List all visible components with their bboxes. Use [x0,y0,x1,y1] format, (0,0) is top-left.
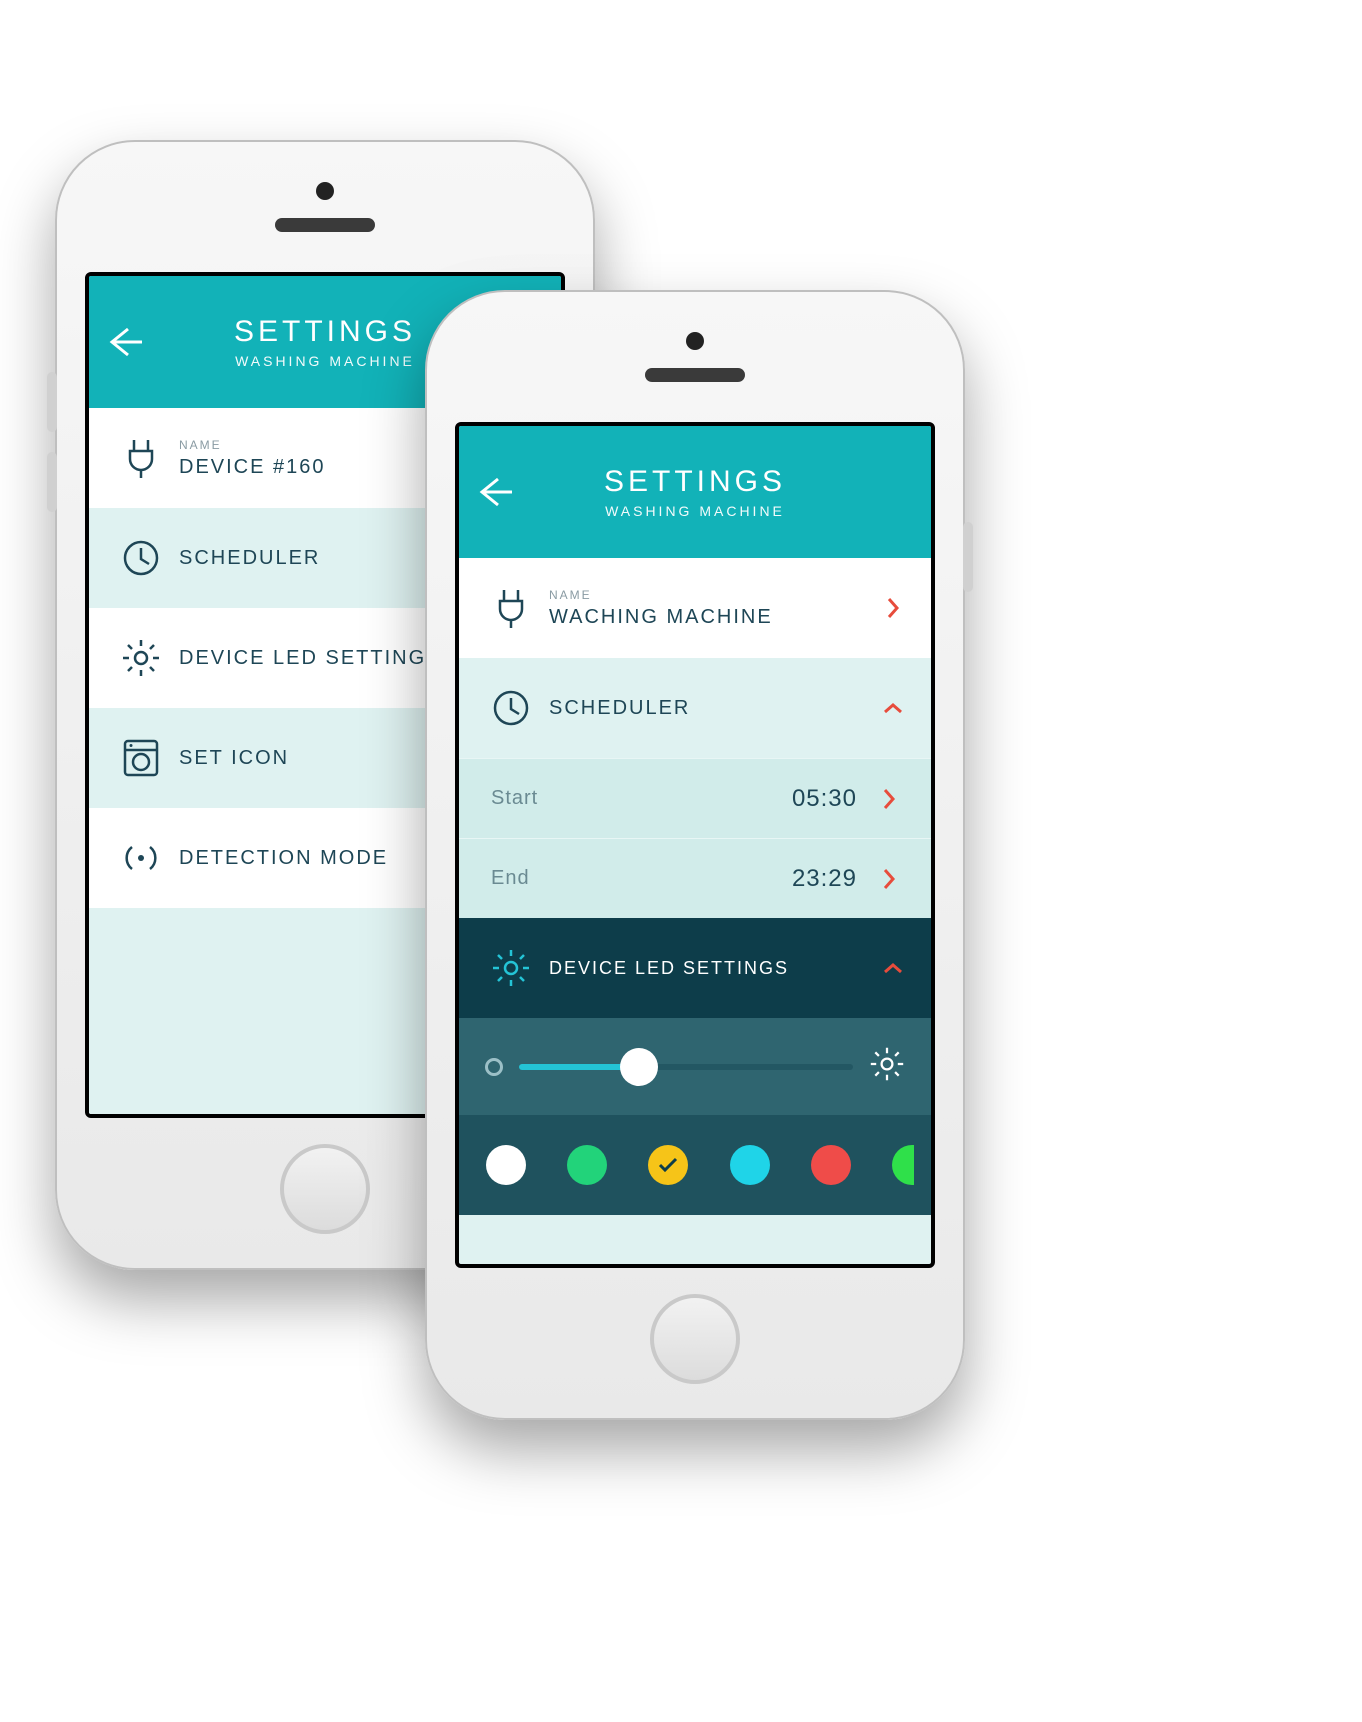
brightness-min-icon [485,1058,503,1076]
color-option-white[interactable] [486,1145,526,1185]
name-field-value: WACHING MACHINE [549,606,879,629]
detection-icon [113,841,169,875]
scheduler-label: SCHEDULER [549,697,879,720]
header-title: SETTINGS [529,465,861,499]
volume-down-button [47,452,57,512]
led-settings-row[interactable]: DEVICE LED SETTINGS [459,918,931,1018]
color-option-yellow[interactable] [648,1145,688,1185]
header-title-block: SETTINGS WASHING MACHINE [529,465,931,519]
chevron-up-icon [879,701,907,715]
power-button [963,522,973,592]
phone-camera [316,182,334,200]
washer-icon [113,738,169,778]
brightness-max-icon [869,1046,905,1087]
color-option-cyan[interactable] [730,1145,770,1185]
phone-speaker [275,218,375,232]
phone-camera [686,332,704,350]
color-option-lime[interactable] [892,1145,914,1185]
led-color-row [459,1115,931,1215]
chevron-right-icon [879,596,907,620]
chevron-right-icon [875,787,903,811]
scheduler-start-row[interactable]: Start 05:30 [459,758,931,838]
slider-thumb[interactable] [620,1048,658,1086]
brightness-slider[interactable] [519,1064,853,1070]
start-label: Start [491,787,792,810]
color-option-green[interactable] [567,1145,607,1185]
plug-icon [483,587,539,629]
chevron-right-icon [875,867,903,891]
volume-up-button [47,372,57,432]
led-settings-label: DEVICE LED SETTINGS [539,958,879,979]
brightness-icon [483,948,539,988]
app-header: SETTINGS WASHING MACHINE [459,426,931,558]
led-brightness-panel [459,1018,931,1115]
end-label: End [491,867,792,890]
header-subtitle: WASHING MACHINE [529,503,861,519]
phone-frame-right: SETTINGS WASHING MACHINE NAME WACHING MA… [425,290,965,1420]
plug-icon [113,437,169,479]
name-field-label: NAME [549,588,879,602]
scheduler-end-row[interactable]: End 23:29 [459,838,931,918]
clock-icon [483,688,539,728]
back-button[interactable] [89,276,159,408]
name-row[interactable]: NAME WACHING MACHINE [459,558,931,658]
end-value: 23:29 [792,865,857,893]
home-button[interactable] [280,1144,370,1234]
start-value: 05:30 [792,785,857,813]
screen-right: SETTINGS WASHING MACHINE NAME WACHING MA… [455,422,935,1268]
scheduler-row[interactable]: SCHEDULER [459,658,931,758]
home-button[interactable] [650,1294,740,1384]
chevron-up-icon [879,961,907,975]
color-option-red[interactable] [811,1145,851,1185]
back-button[interactable] [459,426,529,558]
brightness-icon [113,638,169,678]
phone-speaker [645,368,745,382]
clock-icon [113,538,169,578]
